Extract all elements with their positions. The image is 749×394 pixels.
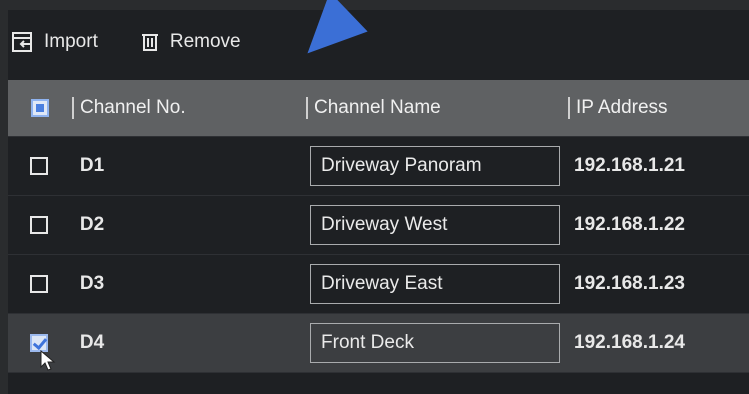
table-row[interactable]: D3 Driveway East 192.168.1.23 <box>8 255 749 314</box>
mouse-cursor-icon <box>40 349 56 377</box>
column-separator <box>568 97 570 119</box>
ip-address: 192.168.1.24 <box>574 332 685 353</box>
table-header: Channel No. Channel Name IP Address <box>8 80 749 137</box>
ip-address: 192.168.1.23 <box>574 273 685 294</box>
import-label: Import <box>44 31 98 52</box>
row-checkbox[interactable] <box>29 275 48 293</box>
table-row[interactable]: D2 Driveway West 192.168.1.22 <box>8 196 749 255</box>
channel-name-input[interactable]: Driveway Panoram <box>310 146 561 186</box>
row-checkbox[interactable] <box>29 216 48 234</box>
channel-table: Channel No. Channel Name IP Address D1 D… <box>8 80 749 373</box>
remove-label: Remove <box>169 31 241 52</box>
channel-name-input[interactable]: Front Deck <box>310 323 561 363</box>
ip-address: 192.168.1.22 <box>574 214 685 235</box>
ip-address: 192.168.1.21 <box>574 155 685 176</box>
import-button[interactable]: Import <box>12 31 98 53</box>
table-row[interactable]: D4 Front Deck 192.168.1.24 <box>8 314 749 373</box>
header-channel-no[interactable]: Channel No. <box>80 97 186 119</box>
select-all-checkbox[interactable] <box>31 99 49 117</box>
channel-no: D2 <box>79 214 105 235</box>
column-separator <box>72 97 74 119</box>
channel-name-input[interactable]: Driveway East <box>310 264 561 304</box>
toolbar: Import Remove <box>12 22 241 62</box>
header-ip-address[interactable]: IP Address <box>576 97 668 119</box>
column-separator <box>306 97 308 119</box>
remove-button[interactable]: Remove <box>140 31 241 53</box>
channel-no: D4 <box>79 332 105 353</box>
channel-no: D1 <box>79 155 105 176</box>
trash-icon <box>140 32 160 52</box>
channel-no: D3 <box>79 273 105 294</box>
header-channel-name[interactable]: Channel Name <box>314 97 441 119</box>
channel-name-input[interactable]: Driveway West <box>310 205 561 245</box>
import-icon <box>12 32 34 52</box>
row-checkbox[interactable] <box>29 157 48 175</box>
table-row[interactable]: D1 Driveway Panoram 192.168.1.21 <box>8 137 749 196</box>
